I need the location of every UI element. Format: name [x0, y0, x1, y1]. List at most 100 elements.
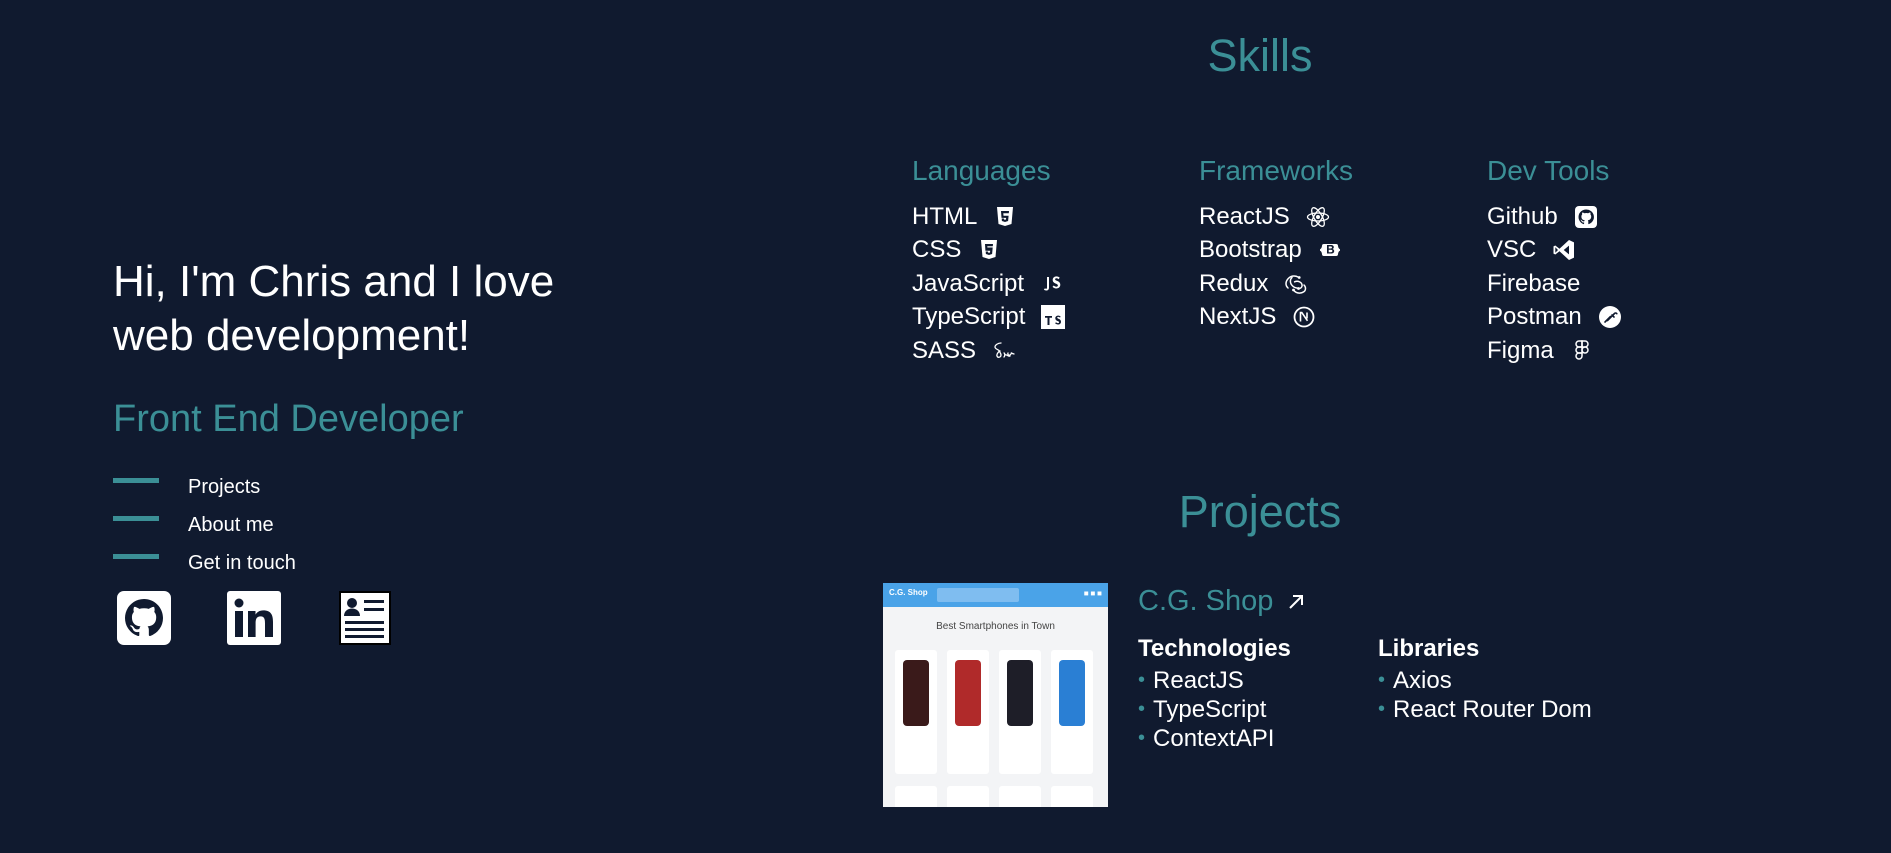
- list-item: • React Router Dom: [1378, 695, 1592, 724]
- technologies-heading: Technologies: [1138, 635, 1291, 662]
- bullet-icon: •: [1138, 698, 1146, 720]
- project-name: C.G. Shop: [1138, 585, 1274, 617]
- thumbnail-heading: Best Smartphones in Town: [936, 621, 1055, 632]
- library-label: React Router Dom: [1393, 696, 1592, 723]
- nav-indicator: [113, 515, 159, 521]
- resume-icon: [339, 591, 391, 645]
- vscode-icon: [1552, 238, 1576, 262]
- product-card: [999, 650, 1041, 774]
- library-label: Axios: [1393, 667, 1452, 694]
- tech-label: TypeScript: [1153, 696, 1267, 723]
- skill-postman: Postman: [1487, 301, 1622, 335]
- libraries-heading: Libraries: [1378, 635, 1480, 662]
- css3-icon: [977, 238, 1001, 262]
- linkedin-icon: [227, 591, 281, 645]
- skill-label: VSC: [1487, 236, 1537, 264]
- hero-greeting-line1: Hi, I'm Chris and I love: [113, 257, 555, 306]
- skill-github: Github: [1487, 200, 1622, 234]
- bullet-icon: •: [1138, 669, 1146, 691]
- nav-item-get-in-touch[interactable]: Get in touch: [113, 544, 296, 582]
- product-card: [999, 786, 1041, 807]
- skill-bootstrap: Bootstrap: [1199, 234, 1353, 268]
- skill-html: HTML: [912, 200, 1065, 234]
- nav-item-label: About me: [188, 513, 274, 536]
- nav-indicator: [113, 553, 159, 559]
- thumbnail-search: [937, 588, 1019, 602]
- social-links: [116, 590, 392, 646]
- skill-label: SASS: [912, 336, 977, 364]
- react-icon: [1306, 205, 1330, 229]
- linkedin-link[interactable]: [226, 590, 282, 646]
- postman-icon: [1598, 305, 1622, 329]
- nav-item-projects[interactable]: Projects: [113, 468, 296, 506]
- thumbnail-product-grid: [883, 632, 1108, 774]
- list-item: • ReactJS: [1138, 666, 1291, 695]
- main-nav: Projects About me Get in touch: [113, 468, 296, 582]
- skills-languages: Languages HTML CSS JavaScript TypeScript…: [912, 154, 1066, 368]
- project-libraries: Libraries • Axios • React Router Dom: [1378, 634, 1592, 724]
- skill-css: CSS: [912, 234, 1065, 268]
- hero-role: Front End Developer: [113, 398, 464, 440]
- skill-label: JavaScript: [912, 269, 1025, 297]
- bullet-icon: •: [1138, 727, 1146, 749]
- bullet-icon: •: [1378, 698, 1386, 720]
- figma-icon: [1570, 339, 1594, 363]
- github-link[interactable]: [116, 590, 172, 646]
- product-card: [1051, 650, 1093, 774]
- thumbnail-header: C.G. Shop ◼ ◼ ◼: [883, 583, 1108, 607]
- skills-title: Skills: [1207, 30, 1313, 81]
- skill-vsc: VSC: [1487, 234, 1622, 268]
- list-item: • Axios: [1378, 666, 1592, 695]
- bullet-icon: •: [1378, 669, 1386, 691]
- thumbnail-menu: ◼ ◼ ◼: [1083, 591, 1102, 597]
- skill-nextjs: NextJS: [1199, 301, 1353, 335]
- skill-label: TypeScript: [912, 303, 1026, 331]
- project-thumbnail[interactable]: C.G. Shop ◼ ◼ ◼ Best Smartphones in Town: [883, 583, 1108, 807]
- redux-icon: [1284, 272, 1308, 296]
- projects-title: Projects: [1178, 486, 1342, 537]
- skill-label: Firebase: [1487, 269, 1581, 297]
- skills-column-heading: Frameworks: [1199, 155, 1354, 186]
- product-card: [895, 650, 937, 774]
- github-icon: [117, 591, 171, 645]
- nav-item-label: Projects: [188, 475, 261, 498]
- skills-column-heading: Languages: [912, 155, 1051, 186]
- html5-icon: [993, 205, 1017, 229]
- skill-label: Figma: [1487, 336, 1554, 364]
- nav-item-about-me[interactable]: About me: [113, 506, 296, 544]
- skills-dev-tools: Dev Tools Github VSC Firebase Postman Fi…: [1487, 154, 1622, 368]
- product-card: [947, 650, 989, 774]
- hero: Hi, I'm Chris and I love web development…: [113, 255, 633, 441]
- skills-column-heading: Dev Tools: [1487, 155, 1610, 186]
- skill-label: Redux: [1199, 269, 1269, 297]
- skill-javascript: JavaScript: [912, 267, 1065, 301]
- sass-icon: [992, 339, 1016, 363]
- skill-reactjs: ReactJS: [1199, 200, 1353, 234]
- skill-label: CSS: [912, 236, 962, 264]
- thumbnail-product-grid: [883, 774, 1108, 807]
- skill-label: HTML: [912, 202, 978, 230]
- product-card: [947, 786, 989, 807]
- skill-label: Bootstrap: [1199, 236, 1302, 264]
- github-icon: [1574, 205, 1598, 229]
- javascript-icon: [1040, 272, 1064, 296]
- skill-typescript: TypeScript: [912, 301, 1066, 335]
- skill-label: ReactJS: [1199, 202, 1290, 230]
- nextjs-icon: [1292, 305, 1316, 329]
- tech-label: ReactJS: [1153, 667, 1244, 694]
- external-link-icon: [1289, 594, 1304, 609]
- skill-label: Github: [1487, 202, 1558, 230]
- nav-item-label: Get in touch: [188, 551, 296, 574]
- hero-greeting-line2: web development!: [113, 311, 471, 360]
- resume-link[interactable]: [336, 590, 392, 646]
- project-link[interactable]: C.G. Shop: [1138, 585, 1307, 618]
- nav-indicator: [113, 477, 159, 483]
- skill-redux: Redux: [1199, 267, 1353, 301]
- product-card: [895, 786, 937, 807]
- bootstrap-icon: [1318, 238, 1342, 262]
- product-card: [1051, 786, 1093, 807]
- project-technologies: Technologies • ReactJS • TypeScript • Conte…: [1138, 634, 1291, 753]
- skill-sass: SASS: [912, 334, 1065, 368]
- thumbnail-logo: C.G. Shop: [889, 588, 928, 597]
- skills-frameworks: Frameworks ReactJS Bootstrap Redux NextJ…: [1199, 154, 1353, 334]
